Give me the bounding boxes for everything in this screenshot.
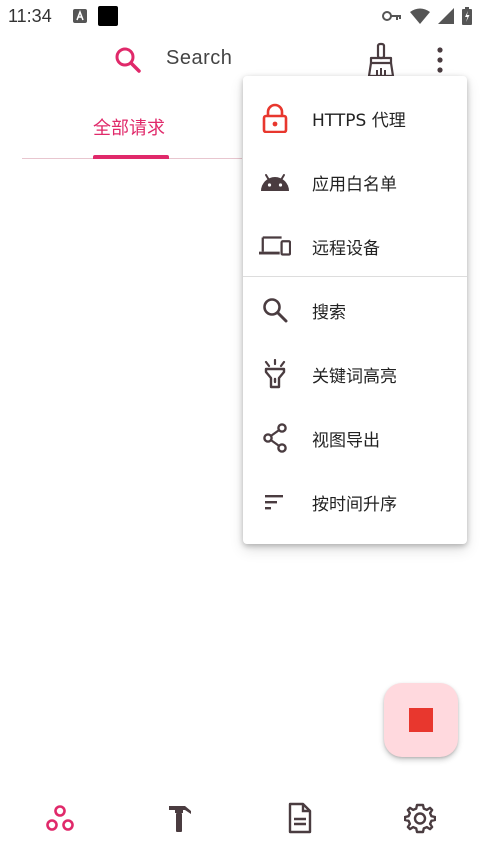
battery-charging-icon [462,7,472,25]
broom-icon[interactable] [366,42,396,78]
settings-icon [404,803,436,834]
android-icon [259,166,291,198]
menu-item-https-proxy[interactable]: HTTPS 代理 [243,86,467,150]
stop-icon [409,708,433,732]
highlight-icon [259,358,291,390]
bottom-navigation [0,780,480,853]
menu-item-label: 应用白名单 [312,174,397,195]
wifi-icon [410,8,430,24]
search-icon [259,294,291,326]
menu-item-search[interactable]: 搜索 [243,278,467,342]
stop-capture-fab[interactable] [384,683,458,757]
nav-item-tools[interactable] [160,798,200,838]
status-bar: 11:34 [0,0,480,32]
menu-item-app-whitelist[interactable]: 应用白名单 [243,150,467,214]
menu-item-sort-by-time[interactable]: 按时间升序 [243,470,467,534]
document-icon [288,802,312,834]
menu-item-label: 远程设备 [312,238,380,259]
overflow-menu: HTTPS 代理 应用白名单 远程设备 搜索 关键词高亮 视图导出 按时间升序 [243,76,467,544]
menu-divider [243,276,467,277]
nav-item-settings[interactable] [400,798,440,838]
tab-all-requests[interactable]: 全部请求 [93,114,165,140]
menu-item-label: 搜索 [312,302,346,323]
menu-item-label: 视图导出 [312,430,380,451]
sort-icon [259,486,291,518]
menu-item-label: 按时间升序 [312,494,397,515]
devices-icon [259,230,291,262]
status-time: 11:34 [8,6,52,26]
more-vert-icon[interactable] [430,44,450,76]
key-icon [382,11,401,21]
bubbles-icon [46,805,74,831]
search-label[interactable]: Search [166,47,232,70]
menu-item-label: 关键词高亮 [312,366,397,387]
share-icon [259,422,291,454]
a-notification-icon [73,9,87,23]
search-icon[interactable] [112,44,144,76]
lock-icon [259,102,291,134]
signal-icon [438,8,454,24]
hammer-icon [169,806,191,832]
menu-item-view-export[interactable]: 视图导出 [243,406,467,470]
menu-item-keyword-highlight[interactable]: 关键词高亮 [243,342,467,406]
tab-indicator [93,155,169,159]
menu-item-remote-devices[interactable]: 远程设备 [243,214,467,278]
menu-item-label: HTTPS 代理 [312,110,406,131]
black-square-icon [98,6,118,26]
nav-item-requests[interactable] [40,798,80,838]
tab-bar: 全部请求 [22,100,242,159]
nav-item-logs[interactable] [280,798,320,838]
